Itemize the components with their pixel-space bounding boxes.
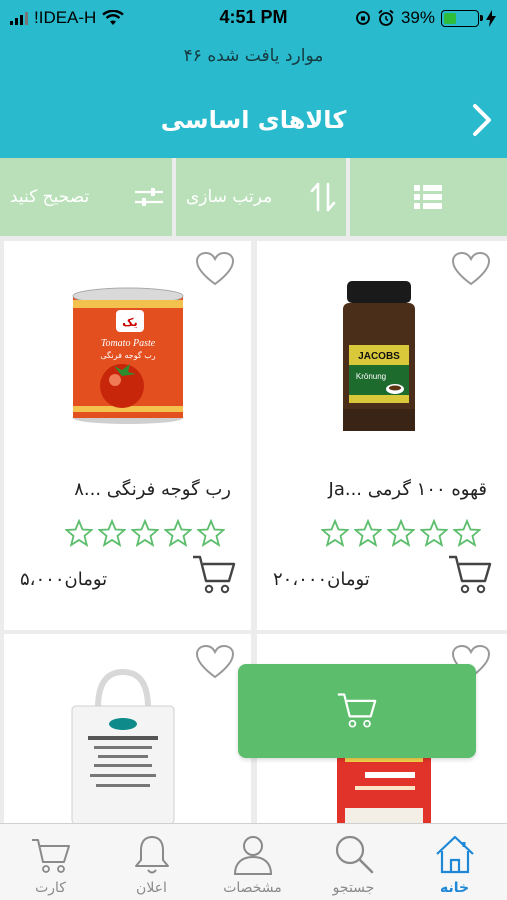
header: ۴۶ موارد یافت شده کالاهای اساسی	[0, 36, 507, 158]
sort-arrows-icon	[310, 182, 336, 212]
svg-text:Krönung: Krönung	[356, 372, 386, 381]
charging-icon	[486, 9, 496, 27]
tab-notifications[interactable]: اعلان	[101, 824, 202, 900]
battery-percent: 39%	[400, 8, 435, 27]
sort-label: مرتب سازی	[186, 187, 273, 207]
filter-sliders-icon	[135, 188, 163, 206]
battery-icon	[441, 9, 483, 27]
product-name: قهوه ۱۰۰ گرمی ...Ja	[328, 479, 487, 500]
battery-fill	[444, 12, 457, 24]
alarm-icon	[378, 9, 394, 26]
product-price: ۵،۰۰۰تومان	[20, 569, 108, 590]
page-title: کالاهای اساسی	[160, 106, 347, 134]
tab-home[interactable]: خانه	[404, 824, 505, 900]
tab-label: جستجو	[332, 880, 375, 896]
list-icon	[414, 185, 442, 209]
product-image	[71, 668, 175, 824]
status-right: 39%	[355, 8, 497, 28]
star-icon[interactable]	[65, 519, 93, 547]
svg-text:Tomato Paste: Tomato Paste	[101, 338, 156, 349]
tab-label: خانه	[439, 880, 470, 896]
tab-cart[interactable]: کارت	[0, 824, 101, 900]
product-image: JACOBS Krönung	[343, 281, 415, 431]
product-price: ۲۰،۰۰۰تومان	[273, 569, 370, 590]
search-icon	[335, 835, 374, 874]
edit-filter-button[interactable]: تصحیح کنید	[0, 158, 172, 236]
cart-icon	[32, 839, 70, 873]
add-to-cart-icon[interactable]	[447, 553, 493, 595]
star-icon[interactable]	[321, 519, 349, 547]
user-icon	[233, 836, 273, 875]
star-icon[interactable]	[98, 519, 126, 547]
results-count: ۴۶ موارد یافت شده	[183, 46, 324, 66]
product-card[interactable]: JACOBS Krönung قهوه ۱۰۰ گرمی ...Ja ۲۰،۰۰…	[257, 241, 507, 630]
cart-icon	[337, 693, 377, 728]
rotation-lock-icon	[356, 11, 370, 25]
star-icon[interactable]	[131, 519, 159, 547]
view-toggle-button[interactable]	[350, 158, 507, 236]
star-icon[interactable]	[197, 519, 225, 547]
tab-bar: کارت اعلان مشخصات جستجو خانه	[0, 823, 507, 900]
rating-stars	[321, 519, 481, 547]
heart-icon[interactable]	[195, 644, 235, 680]
chevron-right-icon[interactable]	[469, 100, 497, 140]
svg-text:JACOBS: JACOBS	[358, 351, 400, 362]
star-icon[interactable]	[164, 519, 192, 547]
svg-text:رب گوجه فرنگی: رب گوجه فرنگی	[100, 350, 155, 360]
product-card[interactable]: یک Tomato Paste رب گوجه فرنگی رب گوجه فر…	[4, 241, 251, 630]
bell-icon	[135, 836, 169, 874]
floating-cart-button[interactable]	[238, 664, 476, 758]
svg-text:یک: یک	[122, 316, 137, 329]
edit-filter-label: تصحیح کنید	[10, 187, 90, 207]
star-icon[interactable]	[387, 519, 415, 547]
toolbar: تصحیح کنید مرتب سازی	[0, 158, 507, 236]
tab-label: اعلان	[136, 880, 167, 896]
star-icon[interactable]	[453, 519, 481, 547]
sort-button[interactable]: مرتب سازی	[176, 158, 346, 236]
home-icon	[436, 835, 474, 874]
star-icon[interactable]	[420, 519, 448, 547]
star-icon[interactable]	[354, 519, 382, 547]
product-card[interactable]	[4, 634, 251, 834]
product-image: یک Tomato Paste رب گوجه فرنگی	[72, 287, 184, 424]
heart-icon[interactable]	[195, 251, 235, 287]
heart-icon[interactable]	[451, 251, 491, 287]
tab-label: کارت	[35, 880, 66, 896]
status-bar: !IDEA-H 4:51 PM 39%	[0, 0, 507, 36]
tab-profile[interactable]: مشخصات	[202, 824, 303, 900]
rating-stars	[65, 519, 225, 547]
product-name: رب گوجه فرنگی ...۸	[74, 479, 231, 500]
add-to-cart-icon[interactable]	[191, 553, 237, 595]
tab-search[interactable]: جستجو	[303, 824, 404, 900]
tab-label: مشخصات	[223, 880, 282, 896]
